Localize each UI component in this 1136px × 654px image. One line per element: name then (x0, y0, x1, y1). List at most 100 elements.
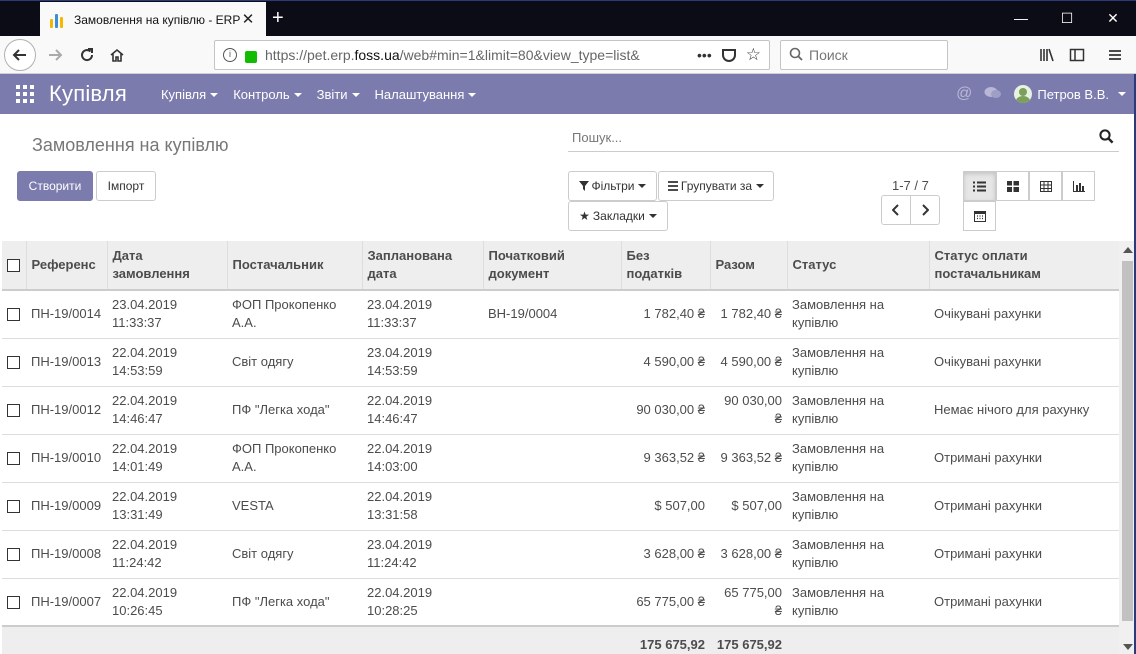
maximize-window-icon[interactable]: ☐ (1044, 1, 1090, 35)
chevron-down-icon (756, 184, 765, 188)
scrollbar-thumb[interactable] (1122, 261, 1133, 621)
scroll-up-icon[interactable] (1123, 247, 1133, 253)
browser-search-input[interactable]: Поиск (780, 40, 948, 70)
chevron-down-icon (1118, 92, 1126, 96)
page-actions-icon[interactable]: ••• (697, 47, 712, 63)
row-checkbox-cell (2, 337, 26, 386)
column-header[interactable]: Статус (786, 241, 929, 291)
close-tab-icon[interactable]: ✕ (240, 11, 256, 28)
row-checkbox[interactable] (7, 308, 20, 322)
table-cell (483, 433, 621, 482)
list-view-button[interactable] (963, 171, 996, 201)
home-icon[interactable] (102, 40, 132, 70)
select-all-checkbox[interactable] (7, 259, 20, 273)
tab-title: Замовлення на купівлю - ERP (74, 12, 240, 27)
user-menu[interactable]: Петров В.В. (1014, 85, 1126, 103)
table-cell: VESTA (227, 481, 362, 530)
menu-item-settings[interactable]: Налаштування (375, 87, 477, 102)
table-cell: Замовлення на купівлю (787, 529, 929, 578)
apps-grid-icon[interactable] (16, 85, 34, 103)
row-checkbox[interactable] (7, 500, 20, 514)
hamburger-menu-icon[interactable] (1100, 40, 1130, 70)
table-row[interactable]: ПН-19/0014 23.04.2019 11:33:37 ФОП Прокопе… (2, 290, 1119, 338)
table-row[interactable]: ПН-19/0009 22.04.2019 13:31:49 VESTA 22.04.… (2, 481, 1119, 530)
import-button[interactable]: Імпорт (96, 171, 156, 201)
total-untaxed: 175 675,92 (621, 625, 710, 654)
sidebar-icon[interactable] (1062, 40, 1092, 70)
table-cell: 23.04.2019 11:33:37 (367, 297, 433, 331)
search-icon[interactable] (1099, 128, 1114, 147)
table-row[interactable]: ПН-19/0008 22.04.2019 11:24:42 Світ одягу 2… (2, 529, 1119, 578)
favorites-button[interactable]: ★ Закладки (568, 201, 668, 231)
info-icon[interactable]: i (223, 48, 237, 62)
table-row[interactable]: ПН-19/0010 22.04.2019 14:01:49 ФОП Прокопе… (2, 433, 1119, 482)
pocket-icon[interactable] (721, 48, 736, 62)
table-cell: 22.04.2019 14:01:49 (107, 433, 227, 482)
table-cell: 22.04.2019 14:46:47 (107, 385, 227, 434)
pager-value[interactable]: 1-7 / 7 (892, 178, 929, 193)
graph-view-button[interactable] (1062, 171, 1095, 201)
scroll-down-icon[interactable] (1123, 644, 1133, 650)
close-window-icon[interactable]: ✕ (1090, 1, 1136, 35)
back-icon[interactable] (4, 39, 36, 71)
column-header[interactable]: Запланована дата (361, 241, 483, 291)
user-area: @ Петров В.В. (956, 74, 1126, 114)
calendar-icon (973, 211, 986, 222)
create-button[interactable]: Створити (17, 171, 93, 201)
search-bar (568, 124, 1119, 152)
row-checkbox-cell (2, 481, 26, 530)
chevron-right-icon (922, 204, 929, 216)
row-checkbox[interactable] (7, 356, 20, 370)
pager-next-button[interactable] (910, 195, 940, 225)
table-cell (483, 385, 621, 434)
kanban-view-button[interactable] (996, 171, 1029, 201)
new-tab-icon[interactable]: + (272, 7, 284, 29)
browser-tab[interactable]: Замовлення на купівлю - ERP ✕ (40, 2, 266, 37)
table-cell (483, 529, 621, 578)
menu-item-control[interactable]: Контроль (233, 87, 302, 102)
library-icon[interactable] (1032, 40, 1062, 70)
table-cell: 9 363,52 ₴ (710, 433, 787, 482)
column-header[interactable]: Без податків (620, 241, 710, 291)
filters-button[interactable]: Фільтри (568, 171, 657, 201)
calendar-view-button[interactable] (963, 201, 996, 231)
menu-item-reports[interactable]: Звіти (317, 87, 360, 102)
row-checkbox[interactable] (7, 548, 20, 562)
table-row[interactable]: ПН-19/0013 22.04.2019 14:53:59 Світ одягу 2… (2, 337, 1119, 386)
table-row[interactable]: ПН-19/0012 22.04.2019 14:46:47 ПФ "Легка х… (2, 385, 1119, 434)
purchase-orders-list: Референс Дата замовлення Постачальник За… (2, 241, 1119, 654)
reload-icon[interactable] (72, 40, 102, 70)
bookmark-star-icon[interactable]: ☆ (746, 45, 761, 65)
column-header[interactable]: Референс (25, 241, 107, 291)
search-input[interactable] (572, 130, 1099, 145)
url-bar[interactable]: i https://pet.erp.foss.ua/web#min=1&limi… (214, 40, 770, 70)
table-cell: Очікувані рахунки (934, 306, 1042, 322)
pager-previous-button[interactable] (881, 195, 911, 225)
minimize-window-icon[interactable]: — (998, 1, 1044, 35)
table-cell: ВН-19/0004 (488, 306, 558, 322)
column-header[interactable]: Початковий документ (482, 241, 621, 291)
chevron-down-icon (648, 214, 657, 218)
page-title: Замовлення на купівлю (32, 135, 229, 155)
list-icon (667, 181, 678, 191)
pivot-view-button[interactable] (1029, 171, 1062, 201)
column-header[interactable]: Постачальник (226, 241, 362, 291)
chevron-down-icon (351, 93, 360, 98)
table-row[interactable]: ПН-19/0007 22.04.2019 10:26:45 ПФ "Легка х… (2, 577, 1119, 626)
mentions-icon[interactable]: @ (956, 85, 972, 103)
table-cell: 22.04.2019 14:53:59 (107, 337, 227, 386)
menu-item-purchase[interactable]: Купівля (161, 87, 219, 102)
group-by-button[interactable]: Групувати за (658, 171, 774, 201)
table-cell: 23.04.2019 14:53:59 (362, 337, 483, 386)
avatar (1014, 85, 1033, 103)
table-cell (483, 577, 621, 626)
row-checkbox[interactable] (7, 404, 20, 418)
column-header[interactable]: Дата замовлення (106, 241, 227, 291)
column-header[interactable]: Разом (709, 241, 787, 291)
row-checkbox[interactable] (7, 452, 20, 466)
chat-icon[interactable] (984, 86, 1002, 103)
forward-icon[interactable] (40, 40, 70, 70)
column-header[interactable]: Статус оплати постачальникам (928, 241, 1119, 291)
table-cell: 90 030,00 ₴ (621, 385, 710, 434)
row-checkbox[interactable] (7, 595, 20, 609)
